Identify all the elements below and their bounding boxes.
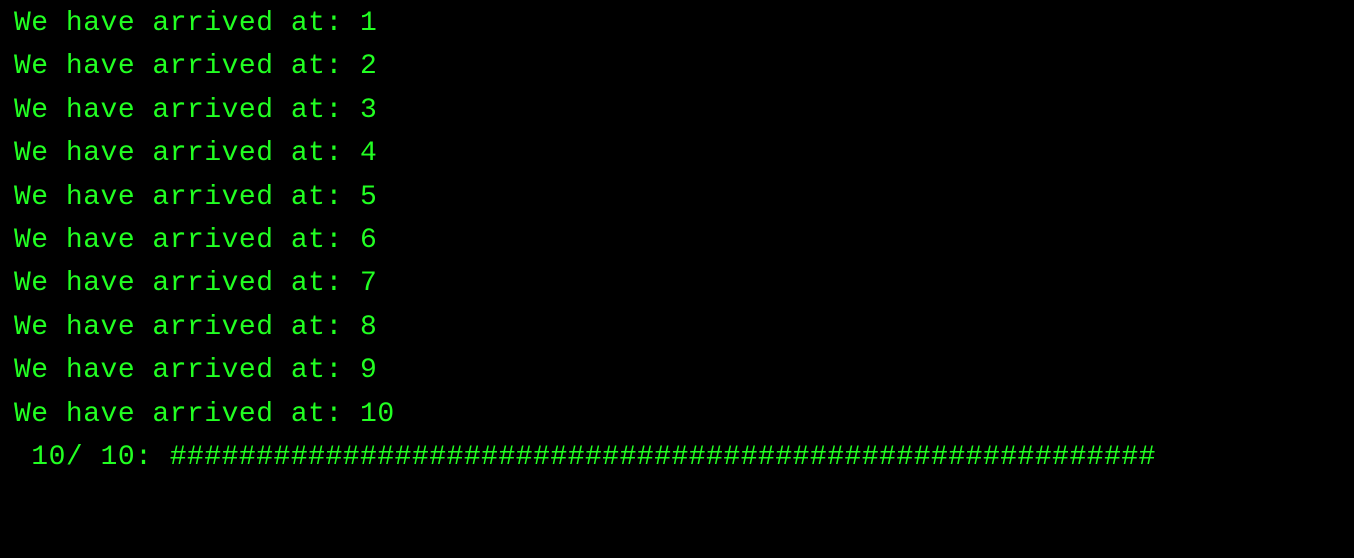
progress-bar-line: 10/ 10: ################################… bbox=[14, 436, 1340, 479]
terminal-output-line: We have arrived at: 5 bbox=[14, 176, 1340, 219]
terminal-output-line: We have arrived at: 9 bbox=[14, 349, 1340, 392]
terminal-output-line: We have arrived at: 7 bbox=[14, 262, 1340, 305]
terminal-output-line: We have arrived at: 8 bbox=[14, 306, 1340, 349]
terminal-output-line: We have arrived at: 1 bbox=[14, 2, 1340, 45]
terminal-output-line: We have arrived at: 4 bbox=[14, 132, 1340, 175]
terminal-output-line: We have arrived at: 10 bbox=[14, 393, 1340, 436]
terminal-output-line: We have arrived at: 6 bbox=[14, 219, 1340, 262]
terminal-output-line: We have arrived at: 3 bbox=[14, 89, 1340, 132]
terminal-output-line: We have arrived at: 2 bbox=[14, 45, 1340, 88]
